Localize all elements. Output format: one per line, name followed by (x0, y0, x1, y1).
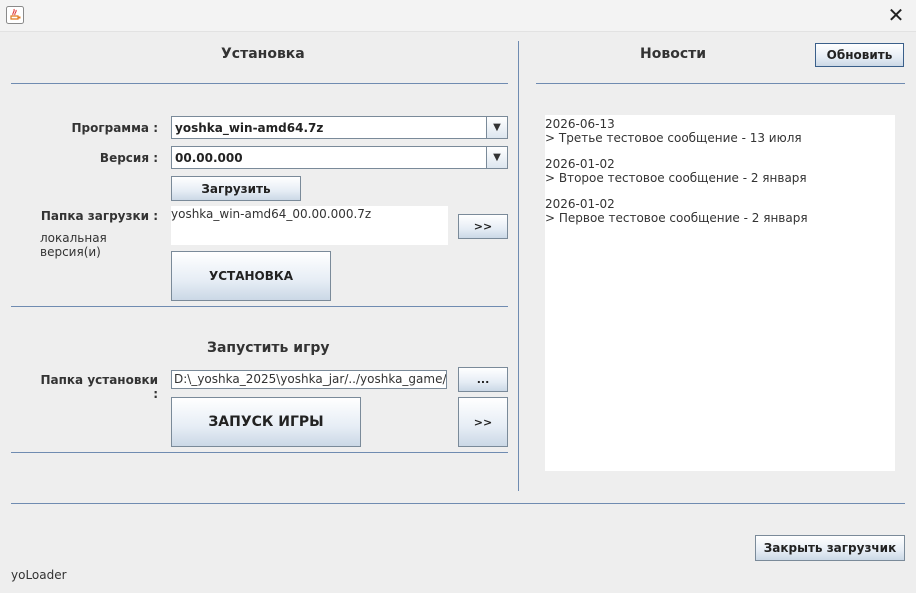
version-select[interactable]: 00.00.000 ▼ (171, 146, 508, 169)
news-panel[interactable]: 2026-06-13 > Третье тестовое сообщение -… (545, 115, 895, 471)
launch-title: Запустить игру (207, 340, 330, 356)
browse-folder-button[interactable]: ... (458, 367, 508, 392)
open-game-folder-button[interactable]: >> (458, 397, 508, 447)
version-label: Версия : (99, 151, 158, 165)
download-file-item[interactable]: yoshka_win-amd64_00.00.000.7z (171, 206, 448, 221)
local-version-label: локальная версия(и) (40, 231, 107, 259)
launch-game-button[interactable]: ЗАПУСК ИГРЫ (171, 397, 361, 447)
refresh-button[interactable]: Обновить (815, 43, 904, 67)
app-name-label: yoLoader (11, 568, 67, 582)
news-item: 2026-01-02 > Первое тестовое сообщение -… (545, 197, 895, 225)
separator (11, 83, 508, 84)
window-titlebar (0, 0, 916, 32)
install-folder-input[interactable]: D:\_yoshka_2025\yoshka_jar/../yoshka_gam… (171, 370, 447, 389)
news-date: 2026-01-02 (545, 157, 615, 171)
news-date: 2026-06-13 (545, 117, 615, 131)
close-loader-button[interactable]: Закрыть загрузчик (755, 535, 905, 561)
news-text: > Третье тестовое сообщение - 13 июля (545, 131, 802, 145)
news-text: > Первое тестовое сообщение - 2 января (545, 211, 808, 225)
chevron-down-icon[interactable]: ▼ (486, 147, 507, 168)
open-download-folder-button[interactable]: >> (458, 214, 508, 239)
program-label: Программа : (71, 121, 158, 135)
install-folder-label: Папка установки : (40, 373, 158, 401)
version-select-value: 00.00.000 (175, 150, 243, 165)
program-select-value: yoshka_win-amd64.7z (175, 120, 324, 135)
download-button[interactable]: Загрузить (171, 176, 301, 201)
news-item: 2026-01-02 > Второе тестовое сообщение -… (545, 157, 895, 185)
separator (11, 306, 508, 307)
chevron-down-icon[interactable]: ▼ (486, 117, 507, 138)
install-button[interactable]: УСТАНОВКА (171, 251, 331, 301)
download-file-list[interactable]: yoshka_win-amd64_00.00.000.7z (171, 206, 448, 245)
java-app-icon (6, 6, 24, 24)
separator (536, 83, 905, 84)
column-divider (518, 41, 519, 491)
close-window-icon[interactable]: ✕ (884, 3, 908, 27)
footer-separator (11, 503, 905, 504)
program-select[interactable]: yoshka_win-amd64.7z ▼ (171, 116, 508, 139)
news-text: > Второе тестовое сообщение - 2 января (545, 171, 807, 185)
download-folder-label: Папка загрузки : (40, 209, 158, 223)
separator (11, 452, 508, 453)
news-item: 2026-06-13 > Третье тестовое сообщение -… (545, 117, 895, 145)
install-title: Установка (221, 46, 305, 62)
news-title: Новости (640, 46, 707, 62)
news-date: 2026-01-02 (545, 197, 615, 211)
